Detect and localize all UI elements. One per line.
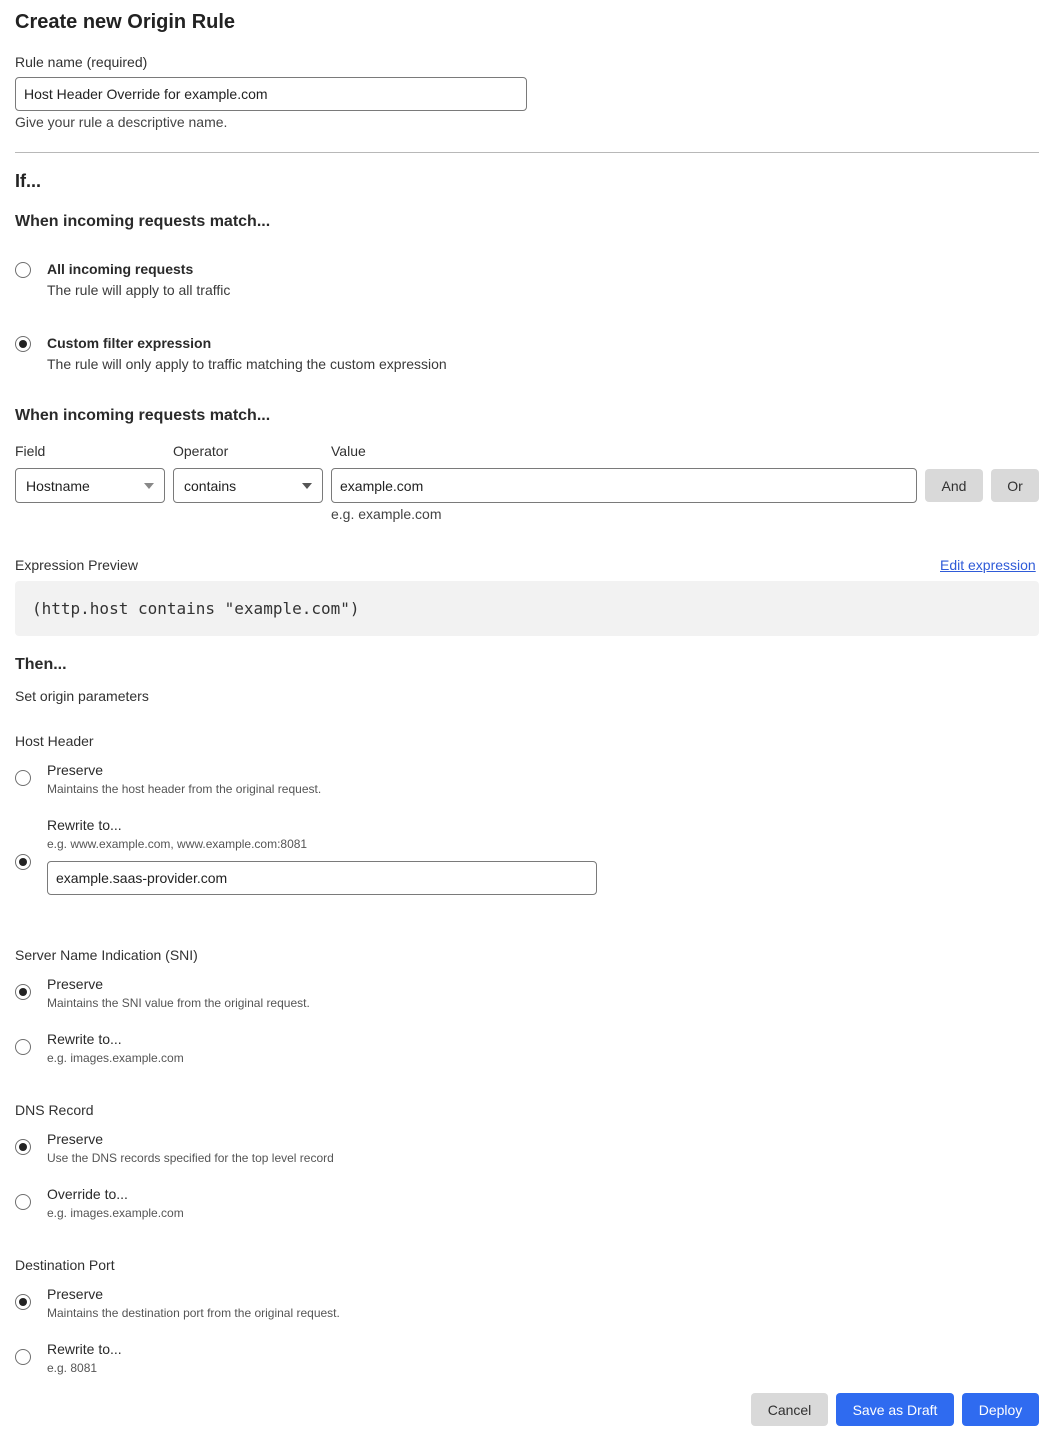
cancel-button[interactable]: Cancel: [751, 1393, 828, 1426]
port-preserve-description: Maintains the destination port from the …: [47, 1306, 340, 1320]
all-requests-description: The rule will apply to all traffic: [47, 282, 231, 298]
dns-preserve-radio[interactable]: [15, 1139, 31, 1155]
save-draft-button[interactable]: Save as Draft: [836, 1393, 954, 1426]
edit-expression-link[interactable]: Edit expression: [940, 557, 1036, 573]
port-preserve-radio[interactable]: [15, 1294, 31, 1310]
rule-name-input[interactable]: Host Header Override for example.com: [15, 77, 527, 111]
builder-heading: When incoming requests match...: [15, 407, 271, 424]
host-header-rewrite-title: Rewrite to...: [47, 817, 122, 833]
sni-rewrite-title: Rewrite to...: [47, 1031, 122, 1047]
host-header-rewrite-value: example.saas-provider.com: [56, 870, 228, 886]
field-select[interactable]: Hostname: [15, 468, 165, 503]
then-heading: Then...: [15, 656, 67, 673]
value-help: e.g. example.com: [331, 506, 442, 522]
dns-preserve-title: Preserve: [47, 1131, 104, 1147]
sni-label: Server Name Indication (SNI): [15, 947, 198, 963]
custom-filter-title: Custom filter expression: [47, 335, 212, 351]
host-header-preserve-title: Preserve: [47, 762, 104, 778]
sni-preserve-title: Preserve: [47, 976, 104, 992]
rule-name-label: Rule name (required): [15, 54, 148, 70]
page-title: Create new Origin Rule: [15, 11, 236, 33]
field-select-value: Hostname: [26, 477, 90, 494]
operator-select-value: contains: [184, 477, 237, 494]
rule-name-help: Give your rule a descriptive name.: [15, 114, 228, 130]
host-header-label: Host Header: [15, 733, 94, 749]
expression-preview-box: (http.host contains "example.com"): [15, 581, 1039, 636]
custom-filter-radio[interactable]: [15, 336, 31, 352]
expression-preview-label: Expression Preview: [15, 557, 138, 573]
dns-preserve-description: Use the DNS records specified for the to…: [47, 1151, 334, 1165]
host-header-rewrite-input[interactable]: example.saas-provider.com: [47, 861, 597, 895]
section-divider: [15, 152, 1039, 153]
all-requests-radio[interactable]: [15, 262, 31, 278]
sni-preserve-description: Maintains the SNI value from the origina…: [47, 996, 310, 1010]
destination-port-label: Destination Port: [15, 1257, 115, 1273]
sni-rewrite-radio[interactable]: [15, 1039, 31, 1055]
operator-select[interactable]: contains: [173, 468, 323, 503]
port-preserve-title: Preserve: [47, 1286, 104, 1302]
value-input-value: example.com: [340, 477, 424, 494]
operator-label: Operator: [173, 443, 229, 459]
or-button[interactable]: Or: [991, 469, 1039, 502]
dns-override-radio[interactable]: [15, 1194, 31, 1210]
sni-preserve-radio[interactable]: [15, 984, 31, 1000]
if-heading: If...: [15, 171, 41, 191]
expression-code: (http.host contains "example.com"): [32, 599, 360, 618]
port-rewrite-radio[interactable]: [15, 1349, 31, 1365]
host-header-rewrite-radio[interactable]: [15, 854, 31, 870]
match-heading: When incoming requests match...: [15, 213, 271, 230]
host-header-rewrite-description: e.g. www.example.com, www.example.com:80…: [47, 837, 308, 851]
custom-filter-description: The rule will only apply to traffic matc…: [47, 356, 447, 372]
sni-rewrite-description: e.g. images.example.com: [47, 1051, 184, 1065]
deploy-button[interactable]: Deploy: [962, 1393, 1039, 1426]
chevron-down-icon: [302, 482, 312, 489]
value-label: Value: [331, 443, 366, 459]
all-requests-title: All incoming requests: [47, 261, 194, 277]
dns-override-title: Override to...: [47, 1186, 128, 1202]
host-header-preserve-radio[interactable]: [15, 770, 31, 786]
then-subheading: Set origin parameters: [15, 688, 149, 704]
and-button[interactable]: And: [925, 469, 983, 502]
field-label: Field: [15, 443, 46, 459]
chevron-down-icon: [144, 482, 154, 489]
dns-record-label: DNS Record: [15, 1102, 94, 1118]
port-rewrite-description: e.g. 8081: [47, 1361, 98, 1375]
host-header-preserve-description: Maintains the host header from the origi…: [47, 782, 322, 796]
value-input[interactable]: example.com: [331, 468, 917, 503]
dns-override-description: e.g. images.example.com: [47, 1206, 184, 1220]
port-rewrite-title: Rewrite to...: [47, 1341, 122, 1357]
rule-name-value: Host Header Override for example.com: [24, 86, 268, 102]
